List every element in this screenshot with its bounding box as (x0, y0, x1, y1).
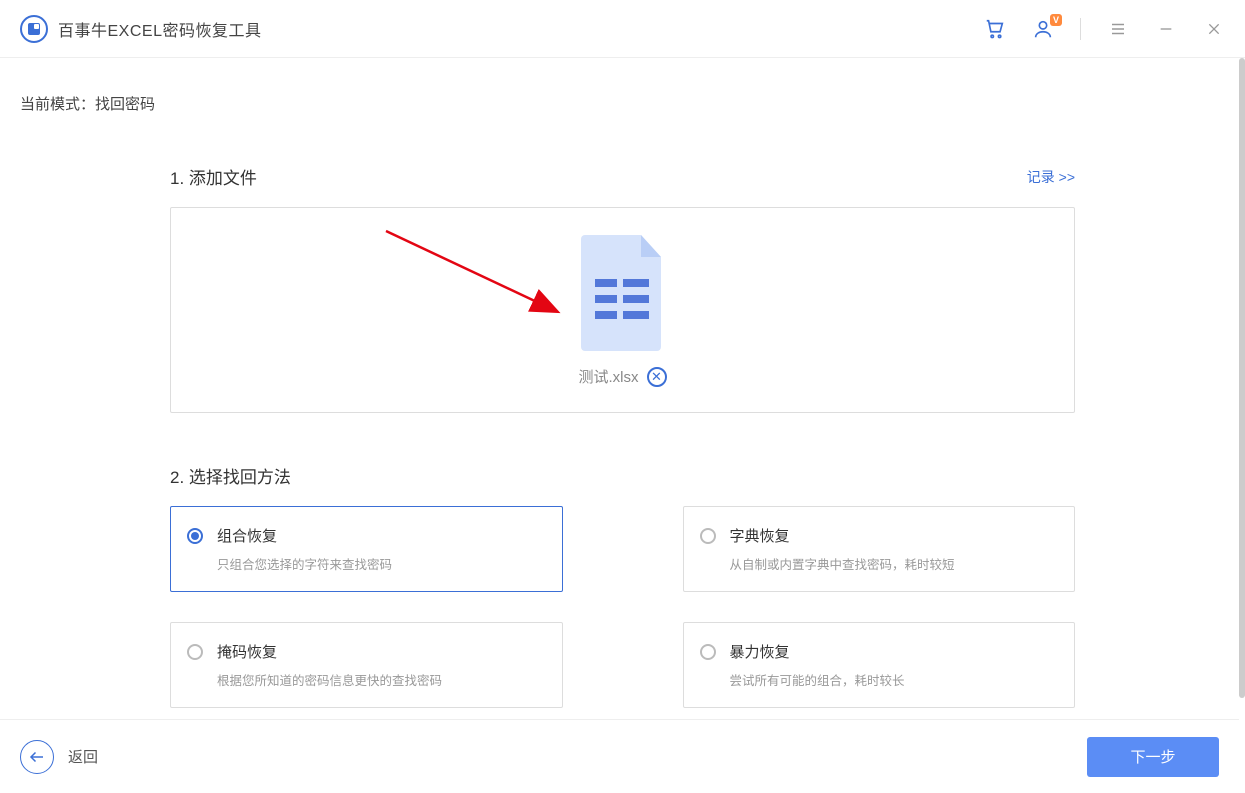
method-name: 掩码恢复 (217, 641, 442, 662)
xlsx-file-icon (577, 233, 669, 356)
file-dropzone[interactable]: 测试.xlsx ✕ (170, 207, 1075, 413)
method-grid: 组合恢复 只组合您选择的字符来查找密码 字典恢复 从自制或内置字典中查找密码，耗… (170, 506, 1075, 708)
app-title: 百事牛EXCEL密码恢复工具 (58, 17, 261, 41)
method-desc: 尝试所有可能的组合，耗时较长 (730, 670, 905, 689)
method-mask[interactable]: 掩码恢复 根据您所知道的密码信息更快的查找密码 (170, 622, 563, 708)
mode-value: 找回密码 (95, 96, 155, 113)
back-button[interactable]: 返回 (20, 740, 98, 774)
cart-icon[interactable] (984, 18, 1006, 40)
content-area: 当前模式：找回密码 1. 添加文件 记录 >> (0, 58, 1245, 719)
method-desc: 只组合您选择的字符来查找密码 (217, 554, 392, 573)
method-desc: 从自制或内置字典中查找密码，耗时较短 (730, 554, 955, 573)
radio-icon (700, 644, 716, 660)
method-name: 组合恢复 (217, 525, 392, 546)
current-mode: 当前模式：找回密码 (20, 93, 1225, 114)
app-brand: 百事牛EXCEL密码恢复工具 (20, 15, 261, 43)
user-icon[interactable]: V (1032, 18, 1054, 40)
method-name: 字典恢复 (730, 525, 955, 546)
file-name: 测试.xlsx (578, 366, 638, 387)
section1-title: 1. 添加文件 (170, 164, 257, 189)
records-link[interactable]: 记录 >> (1027, 167, 1075, 187)
arrow-annotation (381, 226, 571, 326)
method-dictionary[interactable]: 字典恢复 从自制或内置字典中查找密码，耗时较短 (683, 506, 1076, 592)
method-desc: 根据您所知道的密码信息更快的查找密码 (217, 670, 442, 689)
titlebar: 百事牛EXCEL密码恢复工具 V (0, 0, 1245, 58)
menu-icon[interactable] (1107, 18, 1129, 40)
close-icon[interactable] (1203, 18, 1225, 40)
method-bruteforce[interactable]: 暴力恢复 尝试所有可能的组合，耗时较长 (683, 622, 1076, 708)
app-logo-icon (20, 15, 48, 43)
radio-icon (187, 644, 203, 660)
titlebar-controls: V (984, 18, 1225, 40)
section1-head: 1. 添加文件 记录 >> (170, 164, 1075, 189)
next-button[interactable]: 下一步 (1087, 737, 1219, 777)
scrollbar-thumb[interactable] (1239, 58, 1245, 698)
back-label: 返回 (68, 746, 98, 767)
method-name: 暴力恢复 (730, 641, 905, 662)
mode-label: 当前模式： (20, 96, 95, 113)
remove-file-icon[interactable]: ✕ (647, 367, 667, 387)
back-arrow-icon (20, 740, 54, 774)
section2-title: 2. 选择找回方法 (170, 463, 1075, 488)
footer: 返回 下一步 (0, 719, 1239, 793)
scrollbar[interactable] (1239, 58, 1245, 793)
method-combination[interactable]: 组合恢复 只组合您选择的字符来查找密码 (170, 506, 563, 592)
radio-icon (187, 528, 203, 544)
divider (1080, 18, 1081, 40)
minimize-icon[interactable] (1155, 18, 1177, 40)
file-name-row: 测试.xlsx ✕ (578, 366, 666, 387)
radio-icon (700, 528, 716, 544)
vip-badge: V (1050, 14, 1062, 26)
